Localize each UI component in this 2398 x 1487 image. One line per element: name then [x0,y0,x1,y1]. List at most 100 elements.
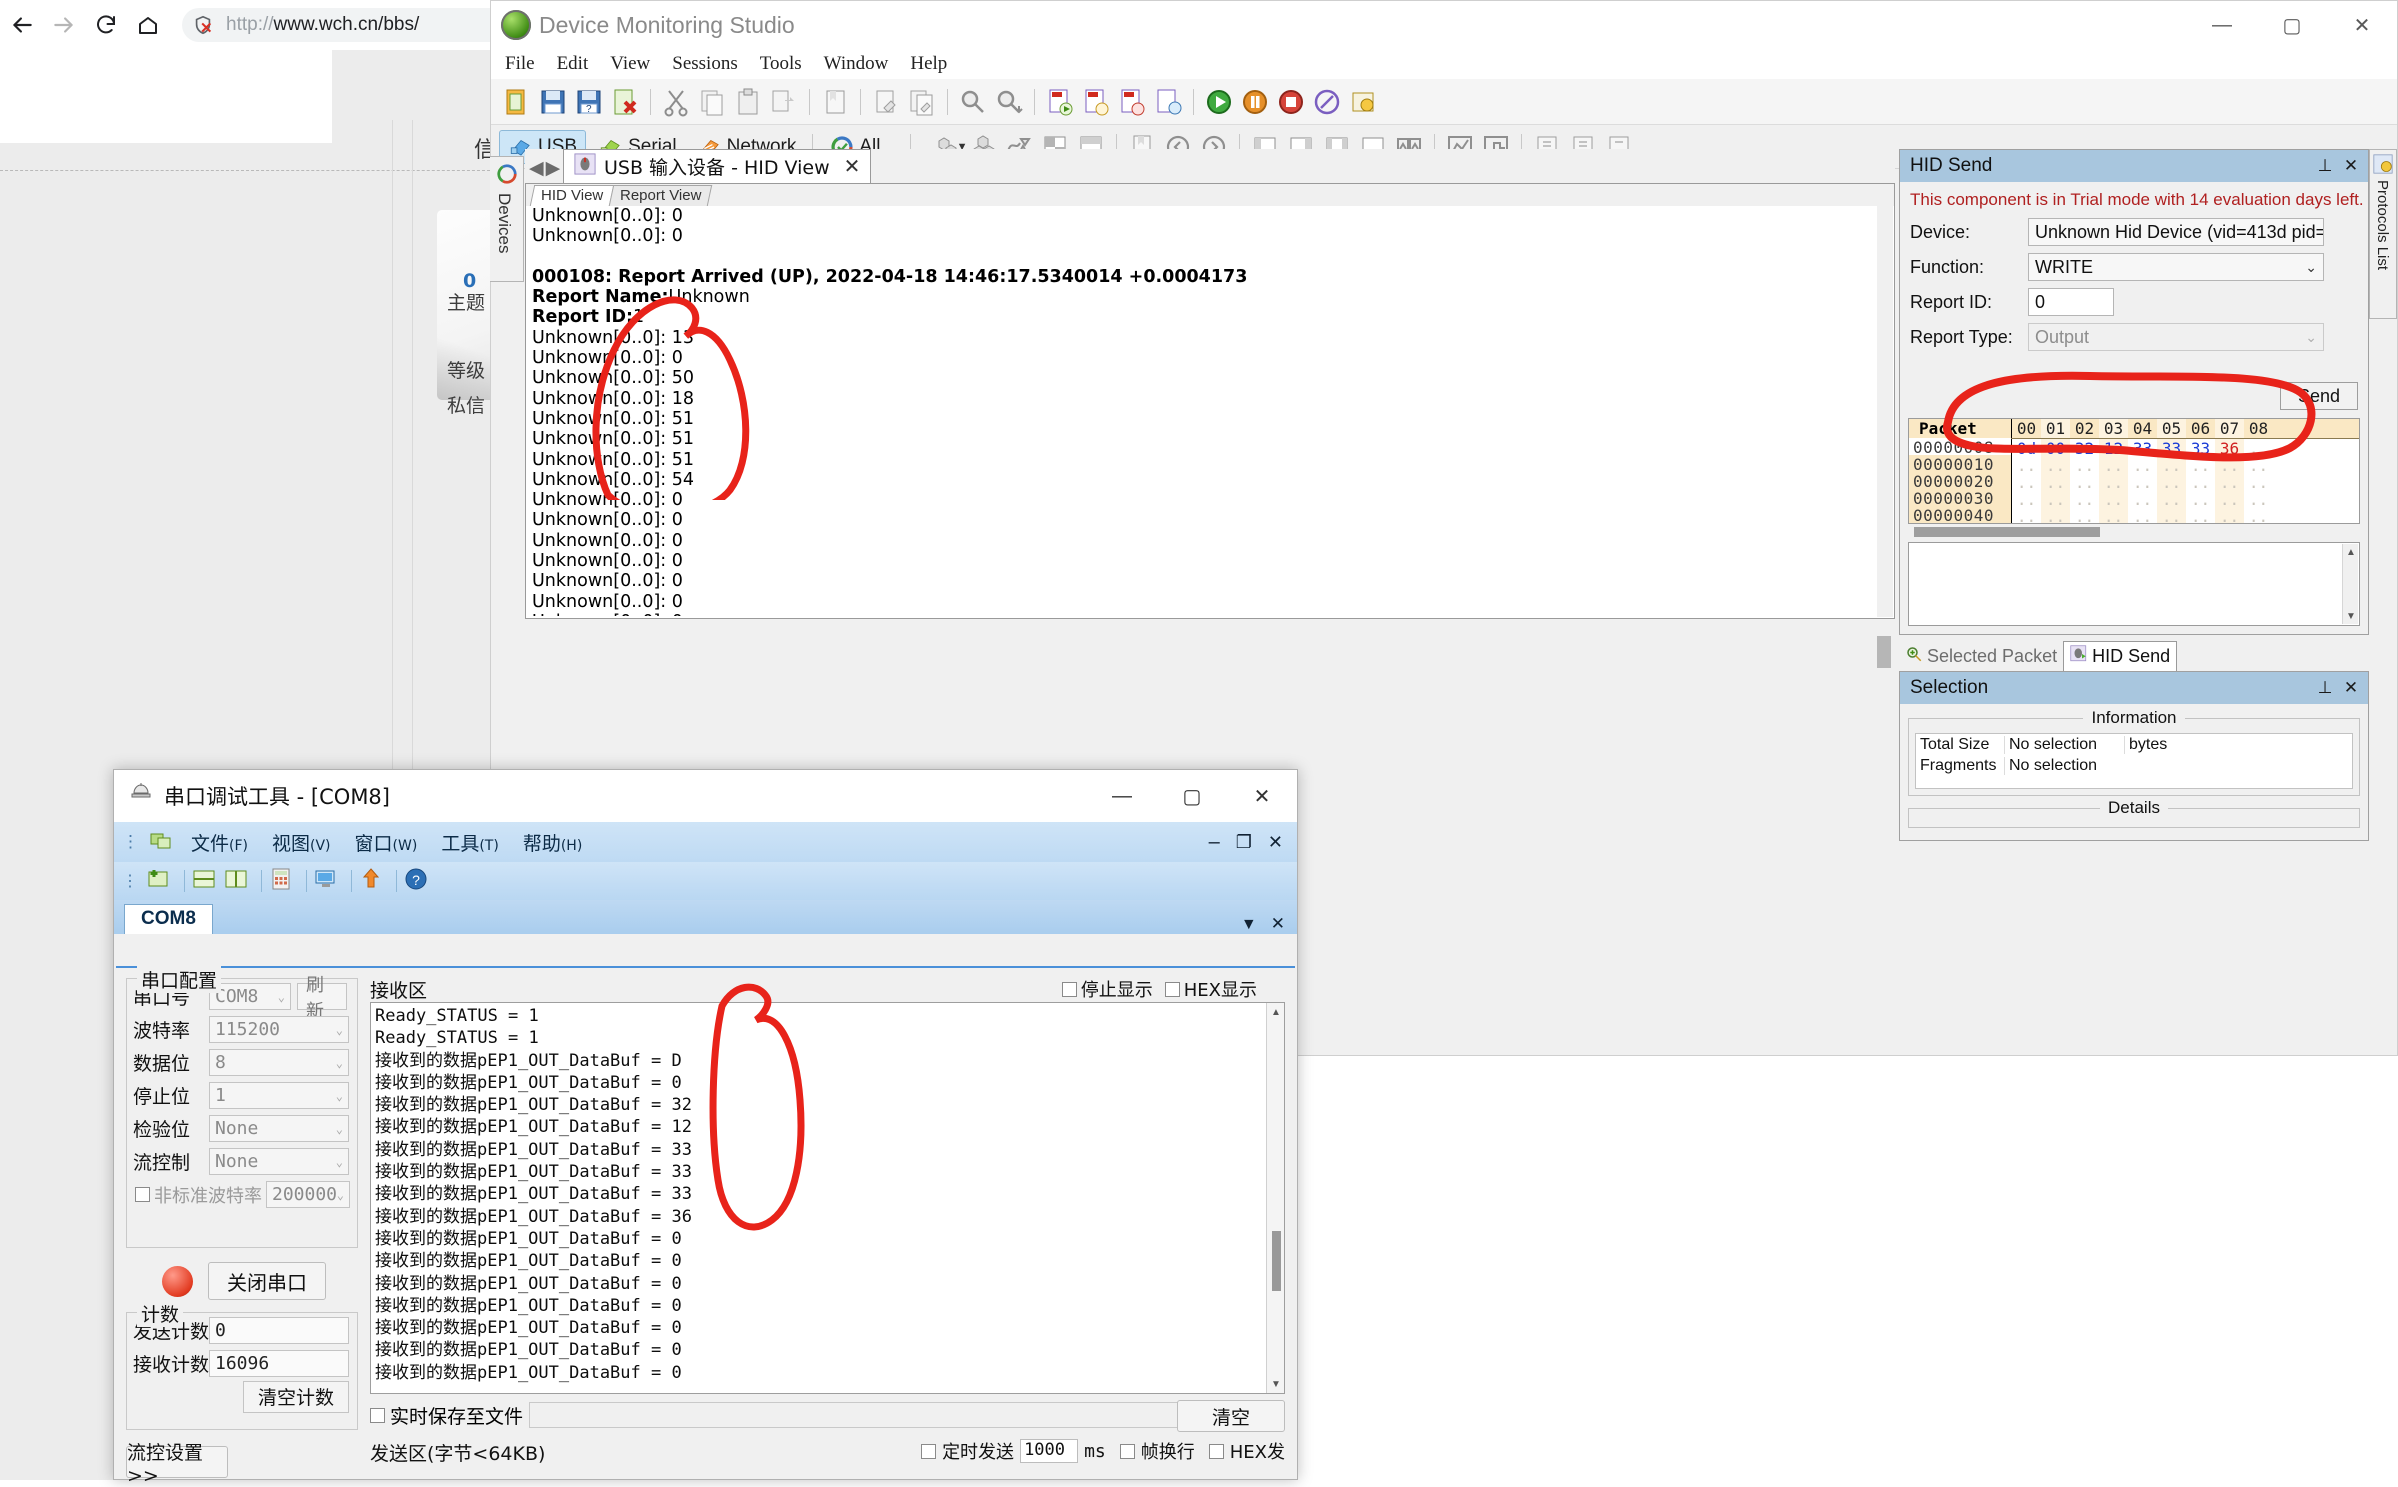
save-to-file-checkbox[interactable] [370,1407,385,1423]
tab-dropdown-icon[interactable]: ▼ [1241,916,1257,934]
dms-maximize-button[interactable]: ▢ [2257,1,2327,49]
close-port-button[interactable]: 关闭串口 [208,1262,326,1300]
selection-close-icon[interactable]: ✕ [2340,676,2362,700]
scroll-up-icon[interactable]: ▲ [1268,1004,1284,1020]
back-arrow-icon[interactable] [0,3,44,47]
hid-log-scrollbar-thumb[interactable] [1877,636,1891,668]
reload-icon[interactable] [84,3,128,47]
menu-help[interactable]: Help [910,53,947,75]
menu-tools[interactable]: Tools [760,53,802,75]
hex-cell[interactable]: .. [2215,473,2244,492]
mdi-restore-button[interactable]: ❐ [1236,832,1252,853]
hex-cell[interactable]: .. [2041,507,2070,523]
hex-cell[interactable]: .. [2099,507,2128,523]
hex-cell[interactable]: .. [2215,507,2244,523]
serial-maximize-button[interactable]: ▢ [1157,770,1227,822]
hex-cell[interactable]: 0d [2012,439,2041,458]
baud-combo[interactable]: 115200 ⌄ [209,1016,349,1043]
erase-all-icon[interactable] [906,86,938,118]
save-as-icon[interactable]: ? [573,86,605,118]
mdi-minimize-button[interactable]: – [1209,831,1220,854]
hid-send-hex-editor[interactable]: Packet 00 01 02 03 04 05 06 07 08 00000008 0d 00 32… [1908,418,2360,524]
hex-cell[interactable]: .. [2157,507,2186,523]
pause-session-icon[interactable] [1239,86,1271,118]
details-group[interactable]: Details [1908,798,2360,828]
hex-cell[interactable]: .. [2186,456,2215,475]
hex-cell[interactable]: .. [2012,473,2041,492]
refresh-ports-button[interactable]: 刷新 [297,975,347,1022]
hex-cell[interactable]: .. [2128,490,2157,509]
hex-send-checkbox[interactable] [1208,1443,1224,1459]
forward-arrow-icon[interactable] [42,3,86,47]
serial-close-button[interactable]: ✕ [1227,770,1297,822]
new-session-icon[interactable] [501,86,533,118]
menu-window[interactable]: Window [824,53,889,75]
protocols-list-tab[interactable]: Protocols List [2369,149,2397,319]
find-next-icon[interactable] [993,86,1025,118]
scroll-down-icon[interactable]: ▼ [1268,1376,1284,1392]
pin-icon[interactable]: ⊥ [2314,154,2336,178]
hex-cell[interactable]: .. [2215,456,2244,475]
flowcontrol-combo[interactable]: None ⌄ [209,1148,349,1175]
hex-cell[interactable]: .. [2070,490,2099,509]
paste-special-icon[interactable] [768,86,800,118]
serial-menu-icon[interactable] [149,828,173,857]
hex-cell[interactable]: .. [2244,507,2273,523]
hid-send-close-icon[interactable]: ✕ [2340,154,2362,178]
document-tab-close-icon[interactable]: ✕ [844,154,861,179]
hex-display-checkbox-wrap[interactable]: HEX显示 [1164,976,1257,1002]
hex-cell[interactable]: .. [2041,456,2070,475]
stop-log-icon[interactable] [1116,86,1148,118]
hex-row[interactable]: 00000040.................. [1909,506,2359,523]
dms-minimize-button[interactable]: — [2187,1,2257,49]
tab-next-icon[interactable]: ▶ [546,157,561,180]
scroll-up-icon[interactable]: ▲ [2343,544,2359,560]
calculator-icon[interactable] [268,866,294,897]
frame-newline-checkbox[interactable] [1119,1443,1135,1459]
hex-cell[interactable]: 33 [2128,439,2157,458]
timed-send-checkbox[interactable] [921,1443,937,1459]
tab-nav-arrows[interactable]: ◀ ▶ [529,157,560,180]
hex-cell[interactable]: .. [2128,456,2157,475]
bookmark-icon[interactable] [819,86,851,118]
tab-selected-packet[interactable]: Selected Packet [1899,641,2063,671]
serial-menu-view[interactable]: 视图(V) [272,829,331,856]
hex-cell[interactable]: .. [2012,490,2041,509]
hex-cell[interactable]: .. [2157,473,2186,492]
send-button[interactable]: Send [2280,382,2358,410]
hex-cell[interactable]: 33 [2157,439,2186,458]
hex-cell[interactable]: .. [2041,490,2070,509]
hex-cell[interactable]: .. [2128,507,2157,523]
hex-cell[interactable]: .. [2099,490,2128,509]
hex-cell[interactable]: .. [2099,473,2128,492]
hex-cell[interactable]: .. [2157,456,2186,475]
flow-settings-button[interactable]: 流控设置>> [126,1442,228,1487]
hex-cell[interactable]: .. [2128,473,2157,492]
hex-cell[interactable]: .. [2244,490,2273,509]
serial-menu-file[interactable]: 文件(F) [191,829,248,856]
device-combo[interactable]: Unknown Hid Device (vid=413d pid=2107 pa… [2028,218,2324,246]
tab-hid-send[interactable]: HID Send [2063,641,2178,671]
dms-close-button[interactable]: ✕ [2327,1,2397,49]
report-id-input[interactable]: 0 [2028,288,2114,316]
preview-scrollbar[interactable]: ▲ ▼ [2342,544,2358,624]
save-icon[interactable] [537,86,569,118]
vertical-split-icon[interactable] [223,866,249,897]
copy-icon[interactable] [696,86,728,118]
new-connection-icon[interactable] [146,866,172,897]
hex-cell[interactable]: .. [2244,473,2273,492]
hex-cell[interactable]: .. [2244,456,2273,475]
port-combo[interactable]: COM8 ⌄ [209,983,291,1010]
help-icon[interactable]: ? [403,866,429,897]
clear-receive-button[interactable]: 清空 [1177,1400,1285,1432]
hex-display-checkbox[interactable] [1164,981,1180,997]
hex-row[interactable]: 00000030.................. [1909,489,2359,509]
serial-menu-window[interactable]: 窗口(W) [355,829,418,856]
receive-textarea[interactable]: Ready_STATUS = 1 Ready_STATUS = 1 接收到的数据… [370,1002,1285,1394]
stop-session-icon[interactable] [1275,86,1307,118]
nonstandard-baud-combo[interactable]: 200000 ⌄ [266,1181,350,1208]
timed-send-interval-input[interactable]: 1000 [1020,1439,1079,1463]
horizontal-split-icon[interactable] [191,866,217,897]
upload-icon[interactable] [358,866,384,897]
tab-close-icon[interactable]: ✕ [1271,914,1285,934]
